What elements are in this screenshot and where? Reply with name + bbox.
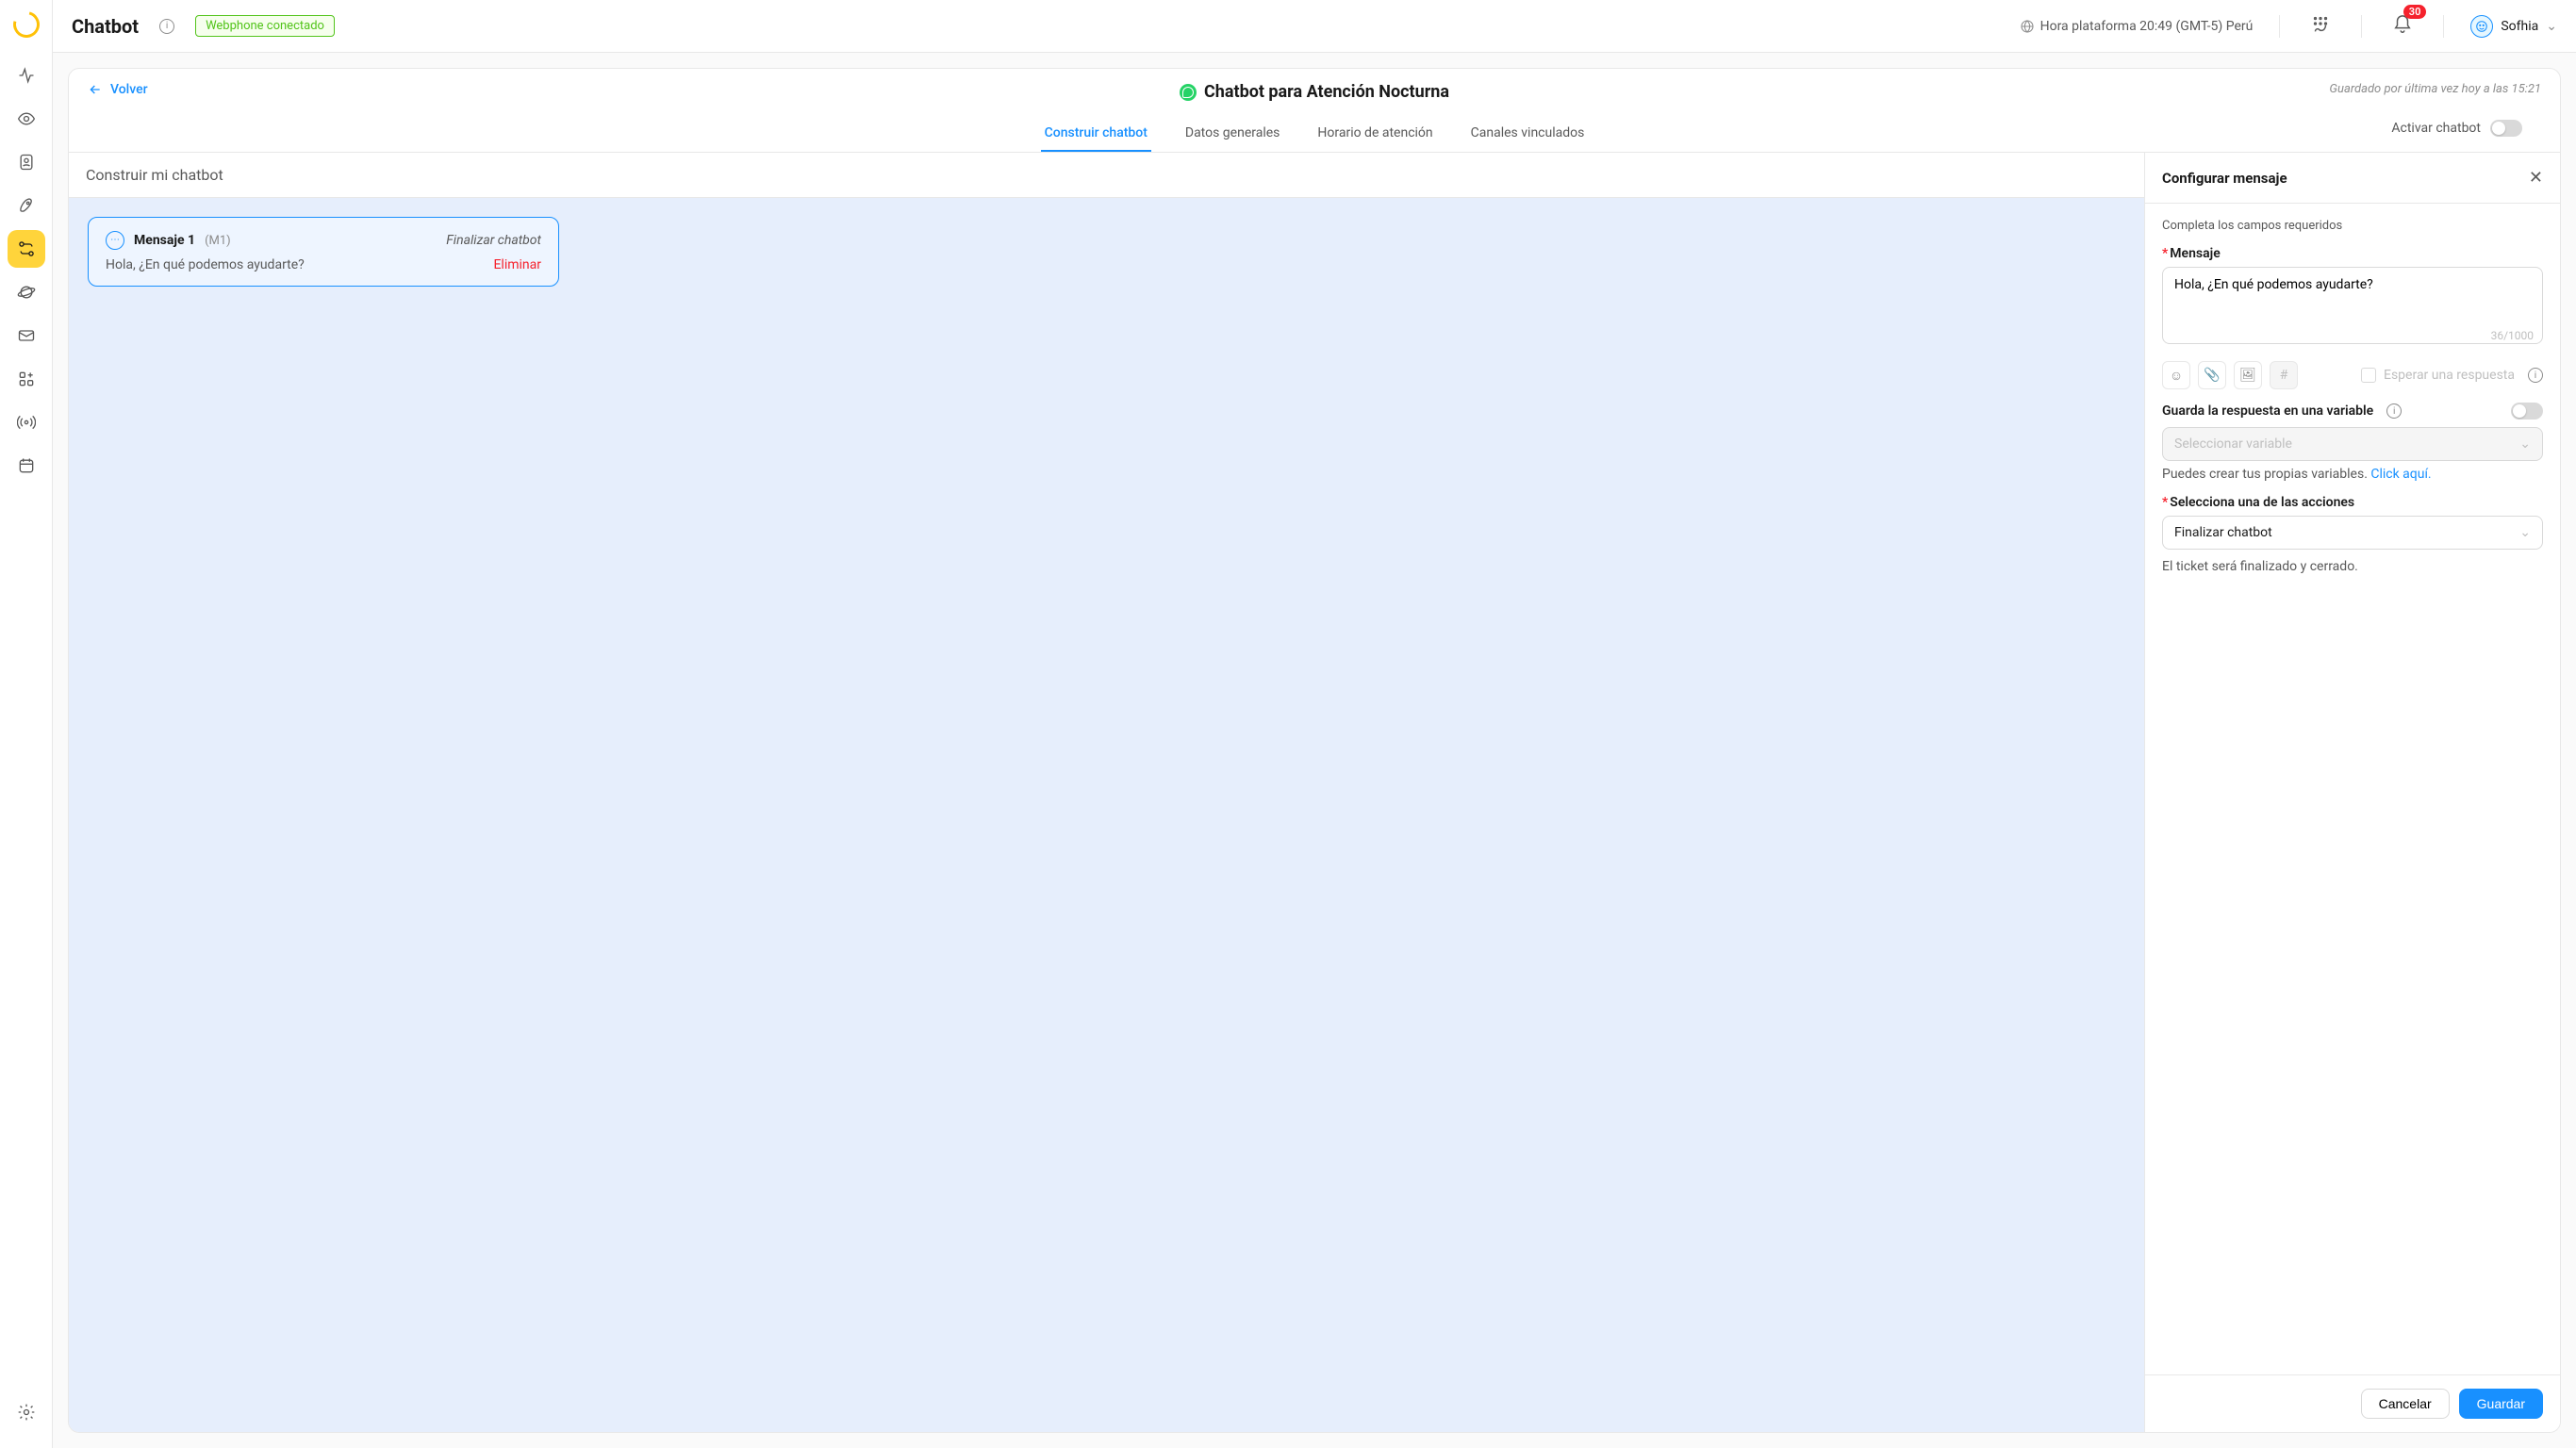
topbar: Chatbot i Webphone conectado Hora plataf… <box>53 0 2576 53</box>
message-delete-button[interactable]: Eliminar <box>493 257 541 272</box>
variable-select: Seleccionar variable ⌄ <box>2162 427 2543 461</box>
saved-label: Guardado por última vez hoy a las 15:21 <box>2329 82 2541 96</box>
hash-icon: # <box>2270 361 2298 389</box>
builder-heading: Construir mi chatbot <box>69 153 2144 198</box>
back-link[interactable]: Volver <box>88 82 148 97</box>
action-note: El ticket será finalizado y cerrado. <box>2162 559 2543 574</box>
divider <box>2279 15 2280 38</box>
arrow-left-icon <box>88 82 103 97</box>
sidebar-eye-icon[interactable] <box>8 100 45 138</box>
message-input[interactable] <box>2162 267 2543 344</box>
save-variable-toggle[interactable] <box>2511 403 2543 420</box>
globe-icon <box>2020 19 2035 34</box>
sidebar-apps-icon[interactable] <box>8 360 45 398</box>
config-panel: Configurar mensaje ✕ Completa los campos… <box>2145 153 2560 1432</box>
sidebar <box>0 0 53 1448</box>
save-variable-label: Guarda la respuesta en una variable <box>2162 403 2373 419</box>
variable-hint: Puedes crear tus propias variables. Clic… <box>2162 467 2543 482</box>
message-card[interactable]: Mensaje 1 (M1) Finalizar chatbot Hola, ¿… <box>88 217 559 287</box>
message-action-label: Finalizar chatbot <box>446 233 541 248</box>
config-helper: Completa los campos requeridos <box>2162 219 2543 233</box>
activate-toggle[interactable] <box>2490 120 2522 137</box>
info-icon[interactable]: i <box>159 19 174 34</box>
tab-canales[interactable]: Canales vinculados <box>1467 116 1589 152</box>
builder-area: Construir mi chatbot Mensaje 1 (M1) Fina… <box>69 153 2145 1432</box>
sidebar-contact-icon[interactable] <box>8 143 45 181</box>
message-icon <box>106 231 124 250</box>
sidebar-calendar-icon[interactable] <box>8 447 45 485</box>
message-field-label: *Mensaje <box>2162 246 2543 261</box>
sidebar-planet-icon[interactable] <box>8 273 45 311</box>
user-menu[interactable]: Sofhia ⌄ <box>2470 15 2557 38</box>
wait-response-label: Esperar una respuesta <box>2384 368 2515 383</box>
action-field-label: *Selecciona una de las acciones <box>2162 495 2543 510</box>
char-count: 36/1000 <box>2491 329 2534 342</box>
sidebar-activity-icon[interactable] <box>8 57 45 94</box>
message-title: Mensaje 1 <box>134 233 195 248</box>
attachment-icon[interactable]: 📎 <box>2198 361 2226 389</box>
platform-time-label: Hora plataforma 20:49 (GMT-5) Perú <box>2040 19 2254 34</box>
emoji-icon[interactable]: ☺ <box>2162 361 2190 389</box>
app-title: Chatbot <box>72 15 139 38</box>
message-code: (M1) <box>205 234 231 248</box>
variable-select-placeholder: Seleccionar variable <box>2174 436 2292 452</box>
sub-header: Volver Chatbot para Atención Nocturna Gu… <box>69 69 2560 153</box>
sidebar-rocket-icon[interactable] <box>8 187 45 224</box>
action-select[interactable]: Finalizar chatbot ⌄ <box>2162 516 2543 550</box>
divider <box>2443 15 2444 38</box>
back-label: Volver <box>110 82 148 97</box>
app-logo <box>8 7 43 42</box>
platform-time: Hora plataforma 20:49 (GMT-5) Perú <box>2020 19 2254 34</box>
info-icon[interactable]: i <box>2528 368 2543 383</box>
divider <box>2361 15 2362 38</box>
chevron-down-icon: ⌄ <box>2519 525 2531 540</box>
sidebar-settings-icon[interactable] <box>8 1393 45 1431</box>
dialpad-icon[interactable] <box>2306 10 2335 42</box>
tab-datos-generales[interactable]: Datos generales <box>1181 116 1284 152</box>
cancel-button[interactable]: Cancelar <box>2361 1389 2450 1419</box>
notifications-icon[interactable]: 30 <box>2388 10 2417 42</box>
create-variable-link[interactable]: Click aquí. <box>2370 467 2431 482</box>
user-name: Sofhia <box>2501 19 2538 34</box>
sidebar-broadcast-icon[interactable] <box>8 403 45 441</box>
message-text: Hola, ¿En qué podemos ayudarte? <box>106 257 305 272</box>
wait-response-checkbox[interactable] <box>2361 368 2376 383</box>
sidebar-mail-icon[interactable] <box>8 317 45 354</box>
chevron-down-icon: ⌄ <box>2546 19 2557 34</box>
avatar-icon <box>2470 15 2493 38</box>
save-button[interactable]: Guardar <box>2459 1389 2543 1419</box>
chatbot-name: Chatbot para Atención Nocturna <box>1204 82 1449 102</box>
info-icon[interactable]: i <box>2386 403 2402 419</box>
connection-badge: Webphone conectado <box>195 15 335 37</box>
action-select-value: Finalizar chatbot <box>2174 525 2272 540</box>
tab-horario[interactable]: Horario de atención <box>1313 116 1436 152</box>
whatsapp-icon <box>1180 84 1197 101</box>
tab-construir[interactable]: Construir chatbot <box>1041 116 1151 152</box>
chevron-down-icon: ⌄ <box>2519 436 2531 452</box>
image-icon[interactable]: 🖼 <box>2234 361 2262 389</box>
notification-count: 30 <box>2403 5 2427 19</box>
activate-label: Activar chatbot <box>2391 121 2481 136</box>
close-icon[interactable]: ✕ <box>2529 168 2543 188</box>
sidebar-flow-icon[interactable] <box>8 230 45 268</box>
config-title: Configurar mensaje <box>2162 170 2287 187</box>
